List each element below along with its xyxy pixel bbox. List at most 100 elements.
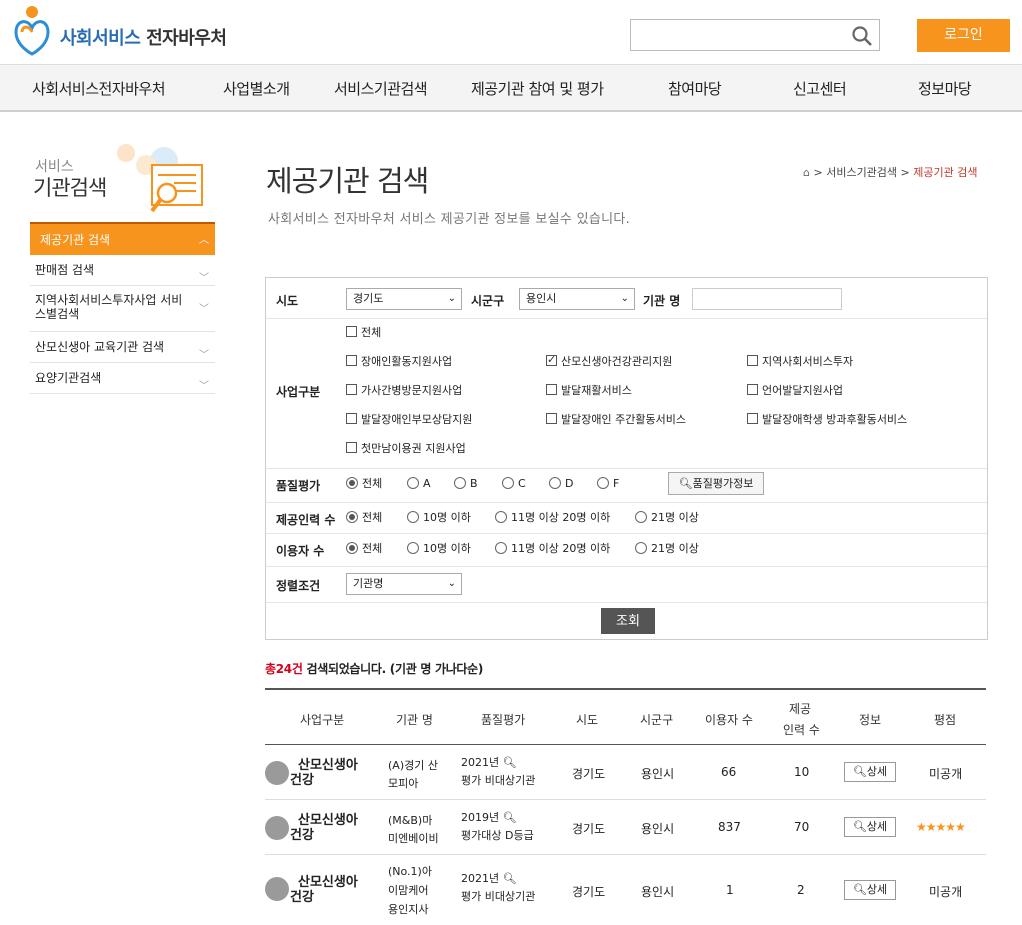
table-row: 산모신생아 건강 (A)경기 산 모피아 2021년 🔍︎ 평가 비대상기관 경기도 … xyxy=(265,745,986,800)
staff-radio-under10[interactable]: 10명 이하 xyxy=(407,511,471,525)
org-name-input[interactable] xyxy=(692,288,842,310)
sidebar-item-maternal-edu[interactable]: 산모신생아 교육기관 검색 ﹀ xyxy=(30,332,215,363)
result-count: 총24건 검색되었습니다. (기관 명 가나다순) xyxy=(265,662,484,676)
users-radio-all[interactable]: 전체 xyxy=(346,542,382,556)
users-radio-11to20[interactable]: 11명 이상 20명 이하 xyxy=(495,542,610,556)
biz-checkbox-community[interactable]: 지역사회서비스투자 xyxy=(747,355,853,369)
quality-radio-all[interactable]: 전체 xyxy=(346,477,382,491)
org-name-cell[interactable]: (M&B)마 미엔베이비 xyxy=(388,812,439,848)
chevron-up-icon: ︿ xyxy=(199,235,209,246)
staff-radio-all[interactable]: 전체 xyxy=(346,511,382,525)
sigungu-select[interactable]: 용인시 ⌄ xyxy=(519,288,635,310)
person-icon xyxy=(265,761,289,785)
biz-checkbox-disability[interactable]: 장애인활동지원사업 xyxy=(346,355,452,369)
sort-select[interactable]: 기관명 ⌄ xyxy=(346,573,462,595)
sidebar-item-provider-search[interactable]: 제공기관 검색 ︿ xyxy=(30,222,215,255)
biz-checkbox-daytime[interactable]: 발달장애인 주간활동서비스 xyxy=(546,413,686,427)
biz-checkbox-homecare[interactable]: 가사간병방문지원사업 xyxy=(346,384,462,398)
radio-icon xyxy=(597,477,609,489)
sidebar-item-care-search[interactable]: 요양기관검색 ﹀ xyxy=(30,363,215,394)
search-icon[interactable]: 🔍︎ xyxy=(503,811,517,824)
org-name-cell[interactable]: (A)경기 산 모피아 xyxy=(388,757,438,793)
search-icon[interactable]: 🔍︎ xyxy=(503,756,517,769)
radio-icon xyxy=(407,542,419,554)
org-name-cell[interactable]: (No.1)아 이맘케어 용인지사 xyxy=(388,862,432,919)
biz-type-cell: 산모신생아 건강 xyxy=(290,758,358,788)
biz-checkbox-afterschool[interactable]: 발달장애학생 방과후활동서비스 xyxy=(747,413,907,427)
search-icon[interactable]: 🔍︎ xyxy=(503,872,517,885)
biz-checkbox-first-meeting[interactable]: 첫만남이용권 지원사업 xyxy=(346,442,466,456)
checkbox-icon xyxy=(546,413,557,424)
quality-cell: 2021년 🔍︎ 평가 비대상기관 xyxy=(461,872,536,903)
checkbox-icon xyxy=(346,355,357,366)
sidebar-item-store-search[interactable]: 판매점 검색 ﹀ xyxy=(30,255,215,286)
gnb-item-voucher[interactable]: 사회서비스전자바우처 xyxy=(32,78,166,99)
checkbox-icon xyxy=(346,413,357,424)
checkbox-icon xyxy=(346,442,357,453)
users-cell: 1 xyxy=(726,883,734,897)
column-header: 평점 xyxy=(934,713,957,727)
search-icon: 🔍︎ xyxy=(852,820,867,833)
column-header: 제공 xyxy=(789,702,812,716)
gnb-item-report[interactable]: 신고센터 xyxy=(793,78,847,99)
sigungu-cell: 용인시 xyxy=(641,885,675,899)
detail-button[interactable]: 🔍︎상세 xyxy=(844,762,896,782)
search-icon[interactable] xyxy=(851,25,873,47)
sido-cell: 경기도 xyxy=(572,822,606,836)
radio-selected-icon xyxy=(346,477,358,489)
gnb-item-participation[interactable]: 참여마당 xyxy=(668,78,722,99)
search-input[interactable] xyxy=(630,19,880,51)
staff-radio-over21[interactable]: 21명 이상 xyxy=(635,511,699,525)
user-count-label: 이용자 수 xyxy=(276,544,325,558)
radio-icon xyxy=(549,477,561,489)
detail-button[interactable]: 🔍︎상세 xyxy=(844,880,896,900)
chevron-down-icon: ⌄ xyxy=(620,293,629,304)
users-cell: 837 xyxy=(718,820,741,834)
column-header: 기관 명 xyxy=(396,713,433,727)
staff-radio-11to20[interactable]: 11명 이상 20명 이하 xyxy=(495,511,610,525)
users-cell: 66 xyxy=(721,765,737,779)
login-button[interactable]: 로그인 xyxy=(917,19,1010,52)
users-radio-under10[interactable]: 10명 이하 xyxy=(407,542,471,556)
gnb-item-info[interactable]: 정보마당 xyxy=(918,78,972,99)
quality-radio-a[interactable]: A xyxy=(407,477,431,491)
biz-checkbox-rehab[interactable]: 발달재활서비스 xyxy=(546,384,632,398)
rating-cell: 미공개 xyxy=(929,767,963,781)
sidebar-title: 기관검색 xyxy=(33,176,107,200)
chevron-down-icon: ⌄ xyxy=(447,293,456,304)
biz-checkbox-language[interactable]: 언어발달지원사업 xyxy=(747,384,843,398)
sigungu-cell: 용인시 xyxy=(641,822,675,836)
home-icon[interactable]: ⌂ xyxy=(803,166,810,179)
quality-cell: 2021년 🔍︎ 평가 비대상기관 xyxy=(461,756,536,787)
biz-type-cell: 산모신생아 건강 xyxy=(290,813,358,843)
radio-selected-icon xyxy=(346,542,358,554)
chevron-down-icon: ﹀ xyxy=(199,303,209,315)
gnb-item-org-search[interactable]: 서비스기관검색 xyxy=(334,78,428,99)
radio-icon xyxy=(635,511,647,523)
biz-checkbox-maternal[interactable]: 산모신생아건강관리지원 xyxy=(546,353,672,369)
detail-button[interactable]: 🔍︎상세 xyxy=(844,817,896,837)
quality-radio-d[interactable]: D xyxy=(549,477,573,491)
checkbox-icon xyxy=(747,413,758,424)
biz-checkbox-all[interactable]: 전체 xyxy=(346,326,381,340)
staff-cell: 10 xyxy=(794,765,810,779)
column-header: 시군구 xyxy=(640,713,674,727)
quality-radio-b[interactable]: B xyxy=(454,477,478,491)
gnb-item-business[interactable]: 사업별소개 xyxy=(223,78,290,99)
biz-checkbox-parent-counsel[interactable]: 발달장애인부모상담지원 xyxy=(346,413,472,427)
users-radio-over21[interactable]: 21명 이상 xyxy=(635,542,699,556)
quality-radio-c[interactable]: C xyxy=(502,477,526,491)
search-submit-button[interactable]: 조회 xyxy=(601,608,655,634)
column-header: 인력 수 xyxy=(783,723,820,737)
rating-cell: 미공개 xyxy=(929,885,963,899)
breadcrumb-item[interactable]: 서비스기관검색 xyxy=(826,166,897,179)
gnb-item-provider-eval[interactable]: 제공기관 참여 및 평가 xyxy=(471,78,604,99)
quality-radio-f[interactable]: F xyxy=(597,477,619,491)
sido-select[interactable]: 경기도 ⌄ xyxy=(346,288,462,310)
radio-icon xyxy=(635,542,647,554)
radio-icon xyxy=(495,511,507,523)
quality-info-button[interactable]: 🔍︎품질평가정보 xyxy=(668,472,764,495)
site-logo[interactable]: 사회서비스 전자바우처 xyxy=(8,4,248,60)
sidebar-item-community-service[interactable]: 지역사회서비스투자사업 서비스별검색 ﹀ xyxy=(30,286,215,332)
radio-icon xyxy=(502,477,514,489)
